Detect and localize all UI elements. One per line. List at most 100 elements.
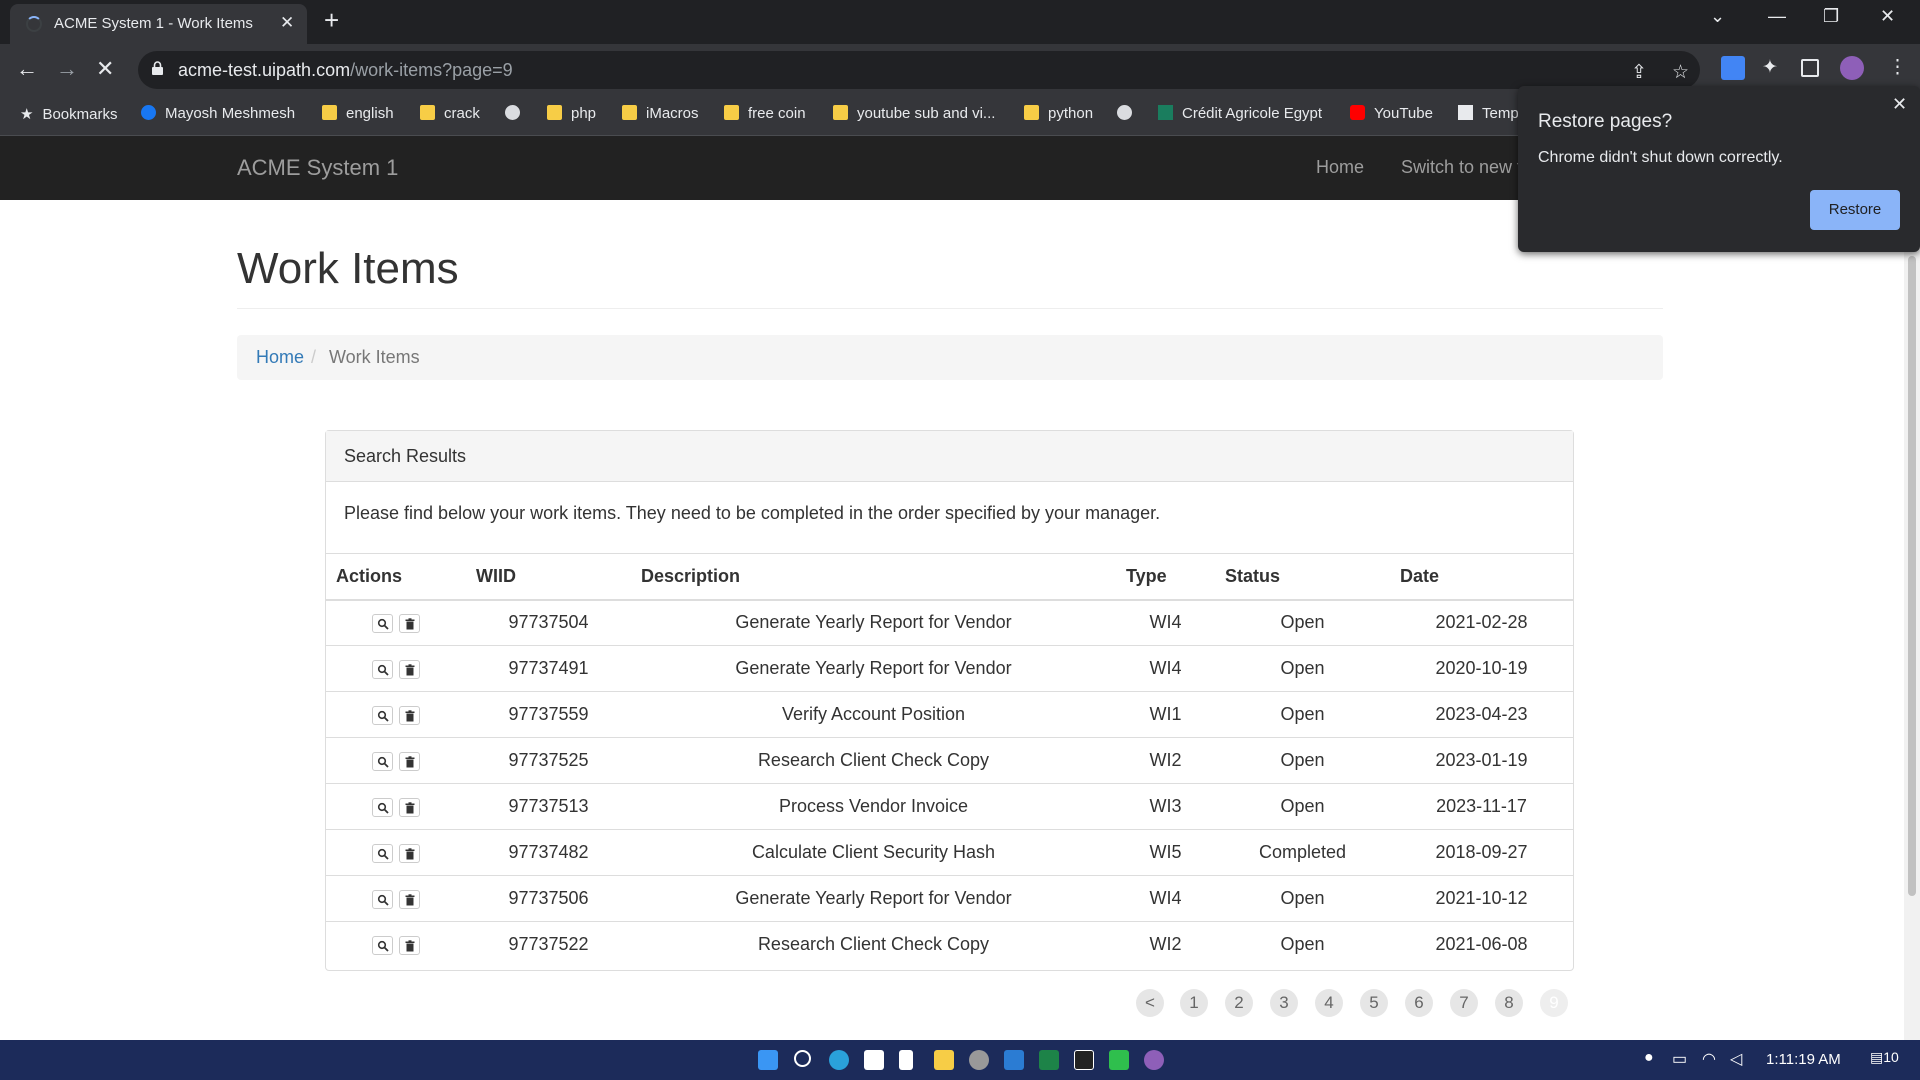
taskbar-clock[interactable]: 1:11:19 AM bbox=[1766, 1051, 1841, 1068]
pagination-page-7[interactable]: 7 bbox=[1450, 989, 1478, 1017]
breadcrumb-home-link[interactable]: Home bbox=[256, 347, 304, 368]
bookmark-item[interactable] bbox=[1117, 105, 1141, 122]
pagination-page-2[interactable]: 2 bbox=[1225, 989, 1253, 1017]
pagination-page-1[interactable]: 1 bbox=[1180, 989, 1208, 1017]
pagination-page-4[interactable]: 4 bbox=[1315, 989, 1343, 1017]
minimize-icon[interactable]: — bbox=[1768, 6, 1786, 27]
cell-wiid: 97737522 bbox=[466, 921, 631, 968]
profile-avatar[interactable] bbox=[1840, 56, 1864, 80]
cell-type: WI5 bbox=[1116, 829, 1215, 876]
bookmark-folder[interactable]: php bbox=[547, 105, 596, 122]
browser-tab[interactable]: ACME System 1 - Work Items ✕ bbox=[10, 4, 307, 44]
work-items-table: Actions WIID Description Type Status Dat… bbox=[326, 553, 1573, 968]
view-button[interactable] bbox=[372, 614, 393, 633]
side-panel-icon[interactable] bbox=[1801, 59, 1819, 77]
magnifier-icon bbox=[377, 664, 389, 676]
windows-start-icon[interactable] bbox=[758, 1050, 778, 1070]
bookmark-folder[interactable]: python bbox=[1024, 105, 1093, 122]
delete-button[interactable] bbox=[399, 843, 420, 863]
extensions-puzzle-icon[interactable]: ✦ bbox=[1762, 56, 1778, 79]
excel-icon[interactable] bbox=[1039, 1050, 1059, 1070]
pagination-page-3[interactable]: 3 bbox=[1270, 989, 1298, 1017]
bookmark-folder[interactable]: crack bbox=[420, 105, 480, 122]
view-button[interactable] bbox=[372, 936, 393, 955]
pagination-page-6[interactable]: 6 bbox=[1405, 989, 1433, 1017]
task-view-icon[interactable] bbox=[864, 1050, 884, 1070]
media-player-icon[interactable] bbox=[1109, 1050, 1129, 1070]
forward-icon[interactable]: → bbox=[56, 56, 78, 82]
trash-icon bbox=[405, 802, 415, 814]
close-window-icon[interactable]: ✕ bbox=[1880, 6, 1895, 27]
column-header-type: Type bbox=[1116, 553, 1215, 601]
back-icon[interactable]: ← bbox=[16, 56, 38, 82]
row-actions bbox=[326, 829, 466, 876]
delete-button[interactable] bbox=[399, 659, 420, 679]
tab-close-icon[interactable]: ✕ bbox=[280, 13, 294, 33]
battery-icon[interactable]: ▭ bbox=[1672, 1049, 1687, 1069]
temp-icon bbox=[1458, 105, 1473, 120]
view-button[interactable] bbox=[372, 659, 393, 679]
delete-button[interactable] bbox=[399, 614, 420, 633]
delete-button[interactable] bbox=[399, 889, 420, 909]
magnifier-icon bbox=[377, 618, 389, 630]
volume-icon[interactable]: ◁ bbox=[1730, 1049, 1742, 1069]
view-button[interactable] bbox=[372, 843, 393, 863]
search-icon[interactable] bbox=[794, 1050, 811, 1067]
tray-app-icon[interactable]: ● bbox=[1644, 1049, 1654, 1067]
tab-search-icon[interactable]: ⌄ bbox=[1710, 6, 1725, 27]
word-icon[interactable] bbox=[1004, 1050, 1024, 1070]
scrollbar-thumb[interactable] bbox=[1908, 256, 1916, 896]
cell-type: WI4 bbox=[1116, 875, 1215, 922]
page-scrollbar[interactable] bbox=[1904, 136, 1920, 1040]
chrome-menu-icon[interactable]: ⋮ bbox=[1888, 56, 1907, 79]
translate-extension-icon[interactable] bbox=[1721, 56, 1745, 80]
notepad-icon[interactable] bbox=[899, 1050, 913, 1070]
row-actions bbox=[326, 645, 466, 692]
panel-description: Please find below your work items. They … bbox=[344, 503, 1161, 523]
dialog-close-icon[interactable]: ✕ bbox=[1892, 94, 1907, 115]
bookmark-folder[interactable]: youtube sub and vi... bbox=[833, 105, 995, 122]
bookmark-item[interactable]: YouTube bbox=[1350, 105, 1433, 122]
globe-icon bbox=[505, 105, 520, 120]
obs-icon[interactable] bbox=[969, 1050, 989, 1070]
pagination-page-8[interactable]: 8 bbox=[1495, 989, 1523, 1017]
site-brand[interactable]: ACME System 1 bbox=[237, 155, 398, 181]
bookmark-item[interactable]: ★ Bookmarks bbox=[20, 105, 117, 123]
pagination-prev-button[interactable]: < bbox=[1136, 989, 1164, 1017]
share-icon[interactable]: ⇪ bbox=[1631, 61, 1647, 84]
new-tab-icon[interactable]: + bbox=[324, 5, 339, 36]
bookmark-item[interactable]: Crédit Agricole Egypt bbox=[1158, 105, 1322, 122]
delete-button[interactable] bbox=[399, 751, 420, 771]
bookmark-folder[interactable]: free coin bbox=[724, 105, 806, 122]
restore-window-icon[interactable]: ❐ bbox=[1823, 6, 1839, 27]
cell-wiid: 97737491 bbox=[466, 645, 631, 692]
pagination-page-9-current[interactable]: 9 bbox=[1540, 989, 1568, 1017]
cell-description: Generate Yearly Report for Vendor bbox=[631, 875, 1116, 922]
view-button[interactable] bbox=[372, 705, 393, 725]
bookmark-star-icon[interactable]: ☆ bbox=[1672, 61, 1689, 84]
nav-home-link[interactable]: Home bbox=[1316, 157, 1364, 178]
view-button[interactable] bbox=[372, 751, 393, 771]
7zip-icon[interactable] bbox=[1074, 1050, 1094, 1070]
bookmark-item[interactable]: Temp bbox=[1458, 105, 1519, 122]
telegram-icon[interactable] bbox=[829, 1050, 849, 1070]
delete-button[interactable] bbox=[399, 705, 420, 725]
notification-center-icon[interactable]: ▤10 bbox=[1870, 1049, 1899, 1066]
delete-button[interactable] bbox=[399, 797, 420, 817]
bookmark-folder[interactable]: english bbox=[322, 105, 394, 122]
pagination-page-5[interactable]: 5 bbox=[1360, 989, 1388, 1017]
view-button[interactable] bbox=[372, 797, 393, 817]
view-button[interactable] bbox=[372, 889, 393, 909]
address-bar[interactable]: acme-test.uipath.com/work-items?page=9 ⇪… bbox=[138, 51, 1700, 89]
restore-button[interactable]: Restore bbox=[1810, 190, 1900, 230]
column-header-description: Description bbox=[631, 553, 1116, 601]
stop-loading-icon[interactable]: ✕ bbox=[96, 56, 114, 82]
nav-switch-link[interactable]: Switch to new t bbox=[1401, 157, 1522, 178]
bookmark-folder[interactable]: iMacros bbox=[622, 105, 699, 122]
file-explorer-icon[interactable] bbox=[934, 1050, 954, 1070]
bookmark-item[interactable] bbox=[505, 105, 529, 122]
chrome-icon[interactable] bbox=[1144, 1050, 1164, 1070]
wifi-icon[interactable]: ◠ bbox=[1702, 1049, 1716, 1069]
delete-button[interactable] bbox=[399, 936, 420, 955]
bookmark-item[interactable]: Mayosh Meshmesh bbox=[141, 105, 295, 122]
